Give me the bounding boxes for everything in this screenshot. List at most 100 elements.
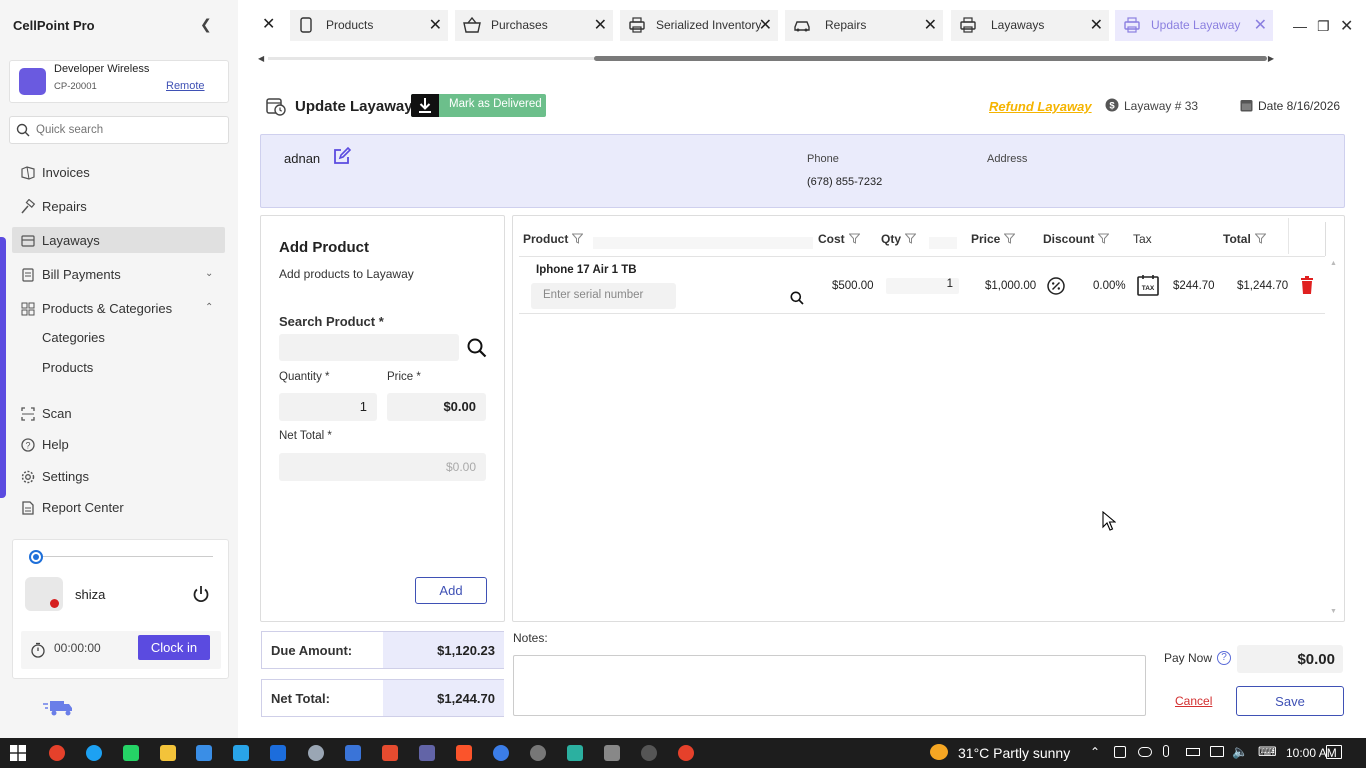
column-header-qty[interactable]: Qty (881, 232, 917, 246)
edge-icon[interactable] (86, 745, 102, 761)
weather-text[interactable]: 31°C Partly sunny (958, 745, 1070, 761)
help-icon[interactable]: ? (1217, 651, 1231, 665)
calculator-icon[interactable] (604, 745, 620, 761)
app-icon[interactable] (530, 745, 546, 761)
search-icon[interactable] (790, 291, 804, 305)
close-icon[interactable]: ✕ (1090, 15, 1103, 35)
close-icon[interactable]: ✕ (1254, 15, 1267, 35)
filter-icon[interactable] (848, 233, 860, 244)
close-icon[interactable]: ✕ (262, 14, 275, 34)
window-close-icon[interactable]: ✕ (1340, 16, 1353, 36)
scroll-right-icon[interactable]: ▶ (1268, 54, 1274, 63)
app-icon[interactable] (641, 745, 657, 761)
sidebar-item-invoices[interactable]: Invoices (0, 159, 238, 187)
sidebar-item-report-center[interactable]: Report Center (0, 494, 238, 522)
file-explorer-icon[interactable] (160, 745, 176, 761)
power-icon[interactable] (191, 584, 211, 604)
filter-icon[interactable] (1004, 233, 1016, 244)
column-header-cost[interactable]: Cost (818, 232, 860, 246)
slider-handle[interactable] (29, 550, 43, 564)
sidebar-item-layaways[interactable]: Layaways (0, 227, 238, 255)
tab-repairs[interactable]: Repairs ✕ (785, 10, 943, 41)
close-icon[interactable]: ✕ (594, 15, 607, 35)
filter-icon[interactable] (905, 233, 917, 244)
sidebar-item-bill-payments[interactable]: Bill Payments ⌄ (0, 261, 238, 289)
scroll-thumb[interactable] (594, 56, 1267, 61)
tab-update-layaway[interactable]: Update Layaway ✕ (1115, 10, 1273, 41)
clock-in-button[interactable]: Clock in (138, 635, 210, 660)
tab-serialized-inventory[interactable]: Serialized Inventory ✕ (620, 10, 778, 41)
windows-start-icon[interactable] (10, 745, 26, 761)
column-header-discount[interactable]: Discount (1043, 232, 1110, 246)
sidebar-item-categories[interactable]: Categories (0, 324, 238, 352)
battery-icon[interactable] (1186, 748, 1200, 756)
tab-products[interactable]: Products ✕ (290, 10, 448, 41)
app-icon[interactable] (493, 745, 509, 761)
volume-icon[interactable]: 🔈 (1232, 744, 1248, 760)
chrome-icon[interactable] (49, 745, 65, 761)
app-icon[interactable] (308, 745, 324, 761)
cloud-icon[interactable] (1138, 747, 1152, 757)
qty-input[interactable]: 1 (886, 278, 959, 294)
sidebar-item-products[interactable]: Products (0, 354, 238, 382)
app-icon[interactable] (382, 745, 398, 761)
sidebar-item-scan[interactable]: Scan (0, 400, 238, 428)
save-button[interactable]: Save (1236, 686, 1344, 716)
column-header-product[interactable]: Product (523, 232, 584, 246)
tab-scrollbar[interactable]: ◀ ▶ (258, 54, 1274, 63)
app-icon[interactable] (567, 745, 583, 761)
column-header-price[interactable]: Price (971, 232, 1016, 246)
chevron-up-icon[interactable]: ⌃ (1090, 745, 1100, 759)
tax-icon[interactable]: TAX (1137, 274, 1159, 296)
tab-purchases[interactable]: Purchases ✕ (455, 10, 613, 41)
refund-layaway-link[interactable]: Refund Layaway (989, 99, 1092, 114)
scroll-down-icon[interactable]: ▼ (1330, 608, 1337, 615)
teams-icon[interactable] (419, 745, 435, 761)
store-icon[interactable] (196, 745, 212, 761)
pay-now-input[interactable]: $0.00 (1237, 645, 1343, 673)
filter-icon[interactable] (572, 233, 584, 244)
remote-link[interactable]: Remote (166, 80, 205, 92)
discount-icon[interactable] (1047, 277, 1065, 295)
sidebar-item-help[interactable]: ? Help (0, 431, 238, 459)
tab-layaways[interactable]: Layaways ✕ (951, 10, 1109, 41)
mark-as-delivered-button[interactable]: Mark as Delivered (411, 94, 546, 117)
tray-icon[interactable] (1114, 746, 1126, 758)
weather-icon[interactable] (930, 744, 948, 760)
restore-icon[interactable]: ❐ (1317, 18, 1330, 35)
chrome-icon[interactable] (678, 745, 694, 761)
sidebar-item-products-categories[interactable]: Products & Categories ⌃ (0, 295, 238, 323)
scroll-up-icon[interactable]: ▲ (1330, 260, 1337, 267)
column-header-total[interactable]: Total (1223, 232, 1266, 246)
close-icon[interactable]: ✕ (429, 15, 442, 35)
scroll-left-icon[interactable]: ◀ (258, 54, 264, 63)
app-icon[interactable] (270, 745, 286, 761)
trash-icon[interactable] (1300, 276, 1314, 294)
collapse-sidebar-icon[interactable]: ❮ (200, 16, 212, 33)
close-icon[interactable]: ✕ (759, 15, 772, 35)
notes-textarea[interactable] (513, 655, 1146, 716)
app-icon[interactable] (233, 745, 249, 761)
price-input[interactable]: $0.00 (387, 393, 486, 421)
column-header-tax[interactable]: Tax (1133, 232, 1152, 246)
sidebar-item-repairs[interactable]: Repairs (0, 193, 238, 221)
serial-number-input[interactable]: Enter serial number (531, 283, 676, 309)
delivery-truck-icon[interactable] (42, 698, 74, 718)
notification-icon[interactable] (1326, 745, 1342, 759)
filter-icon[interactable] (1098, 233, 1110, 244)
network-icon[interactable] (1210, 746, 1224, 757)
filter-icon[interactable] (1254, 233, 1266, 244)
app-icon[interactable] (345, 745, 361, 761)
quick-search[interactable] (9, 116, 229, 144)
quick-search-input[interactable] (36, 120, 221, 140)
search-product-input[interactable] (279, 334, 459, 361)
microphone-icon[interactable] (1163, 745, 1169, 757)
edit-icon[interactable] (332, 146, 352, 166)
add-button[interactable]: Add (415, 577, 487, 604)
sidebar-item-settings[interactable]: Settings (0, 463, 238, 491)
search-icon[interactable] (467, 338, 487, 358)
close-icon[interactable]: ✕ (924, 15, 937, 35)
whatsapp-icon[interactable] (123, 745, 139, 761)
cancel-link[interactable]: Cancel (1175, 694, 1212, 708)
quantity-input[interactable]: 1 (279, 393, 377, 421)
